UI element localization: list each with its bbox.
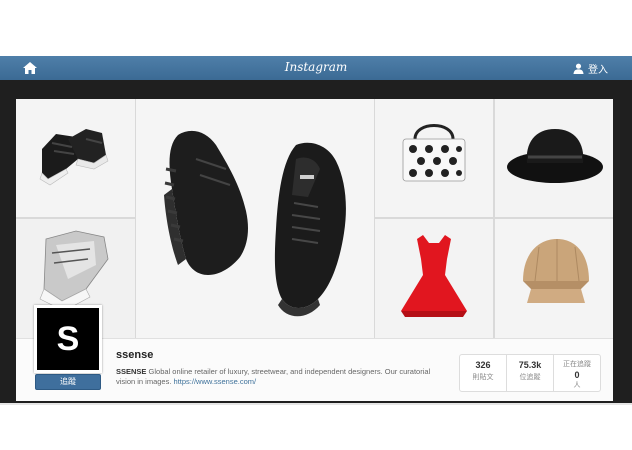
top-navigation-bar: Instagram 登入 [0,56,632,81]
profile-avatar[interactable]: S [34,305,102,373]
stat-following-label: 人 [573,382,581,389]
photo-black-high-top-sneakers[interactable] [16,99,135,217]
profile-info-bar: S 追蹤 ssense SSENSE Global online retaile… [16,305,613,401]
stat-posts[interactable]: 326 則貼文 [460,355,507,391]
login-button[interactable]: 登入 [573,61,608,76]
sneaker-image [39,129,109,186]
stat-followers-value: 75.3k [518,360,542,370]
bio-text: Global online retailer of luxury, street… [116,367,431,386]
login-label: 登入 [588,65,608,76]
stat-posts-value: 326 [475,360,491,370]
profile-stats: 326 則貼文 75.3k 位追蹤 正在追蹤 0 人 [459,354,601,392]
profile-bio: SSENSE Global online retailer of luxury,… [116,367,436,387]
photo-polka-dot-handbag[interactable] [375,99,493,217]
stat-following-top-label: 正在追蹤 [563,361,591,368]
instagram-logo[interactable]: Instagram [0,60,632,74]
bio-name: SSENSE [116,367,147,376]
user-icon [573,63,584,74]
follow-button[interactable]: 追蹤 [35,374,101,390]
photo-black-fedora-hat[interactable] [495,99,613,217]
stat-following[interactable]: 正在追蹤 0 人 [554,355,600,391]
stat-followers-label: 位追蹤 [519,374,541,381]
profile-username: ssense [116,349,154,361]
hat-image [507,129,603,183]
bio-link[interactable]: https://www.ssense.com/ [174,377,257,386]
gallery-divider [16,217,135,219]
stat-posts-label: 則貼文 [472,374,494,381]
stat-following-value: 0 [574,370,580,380]
handbag-image [402,124,466,182]
stat-followers[interactable]: 75.3k 位追蹤 [507,355,554,391]
page-divider [0,403,632,405]
